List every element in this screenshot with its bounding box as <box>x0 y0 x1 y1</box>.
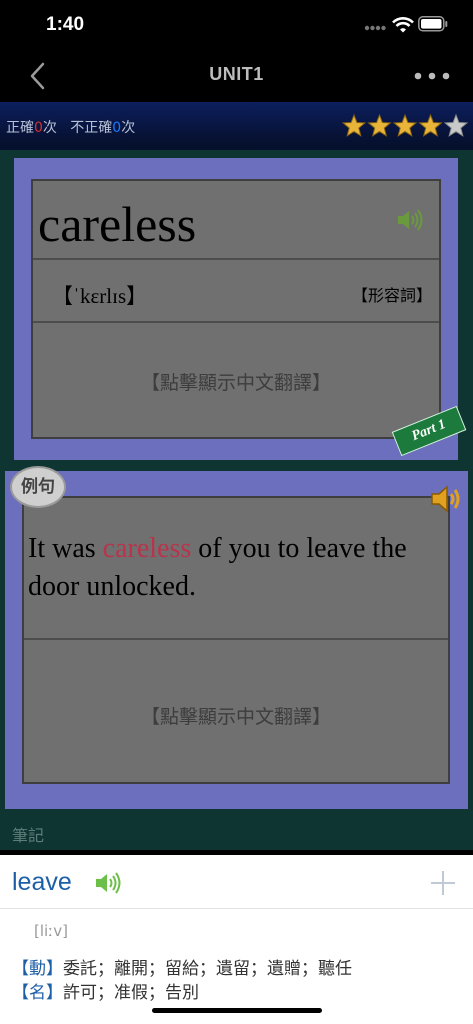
lookup-ipa: [liːv] <box>34 922 68 940</box>
times-label: 次 <box>42 120 57 136</box>
incorrect-count: 0 <box>112 120 122 136</box>
translation-hint[interactable]: 【點擊顯示中文翻譯】 <box>33 368 439 395</box>
status-time: 1:40 <box>46 14 85 35</box>
add-icon[interactable] <box>430 870 456 896</box>
star-icon[interactable] <box>367 113 392 137</box>
star-icon[interactable] <box>418 113 443 137</box>
sentence-text: It was <box>28 533 103 564</box>
example-sentence: It was careless of you to leave the door… <box>28 530 448 606</box>
correct-label: 正確 <box>6 120 34 136</box>
star-icon[interactable] <box>443 113 469 137</box>
example-badge: 例句 <box>10 466 66 508</box>
speaker-icon[interactable] <box>430 484 466 514</box>
translation-hint[interactable]: 【點擊顯示中文翻譯】 <box>24 702 448 729</box>
definition-line: 【動】委託；離開；留給；遺留；遺贈；聽任 <box>12 954 352 979</box>
answer-stats: 正確0次 不正確0次 <box>6 117 135 137</box>
definition-text: 許可；准假；告別 <box>63 983 199 1003</box>
phonetic: 【ˈkɛrlɪs】 <box>52 284 148 308</box>
definition-line: 【名】許可；准假；告別 <box>12 978 199 1003</box>
pos-tag: 【名】 <box>12 983 63 1003</box>
wifi-icon <box>392 17 414 33</box>
highlighted-word: careless <box>102 533 192 564</box>
speaker-icon[interactable] <box>94 871 122 895</box>
star-rating[interactable] <box>341 113 469 139</box>
more-options-icon[interactable] <box>414 72 450 80</box>
vocab-word: careless <box>38 196 197 252</box>
divider <box>0 908 473 909</box>
lookup-word: leave <box>12 868 72 896</box>
pos-tag: 【動】 <box>12 959 63 979</box>
page-title: UNIT1 <box>209 64 264 84</box>
cellular-signal-icon <box>364 25 386 31</box>
divider <box>24 638 448 640</box>
speaker-icon[interactable] <box>396 208 424 232</box>
notes-label[interactable]: 筆記 <box>12 822 44 846</box>
divider <box>33 258 439 260</box>
definition-text: 委託；離開；留給；遺留；遺贈；聽任 <box>63 959 352 979</box>
home-indicator[interactable] <box>152 1008 322 1013</box>
times-label: 次 <box>121 120 136 136</box>
incorrect-label: 不正確 <box>70 120 113 136</box>
battery-icon <box>418 16 448 32</box>
star-icon[interactable] <box>392 113 418 137</box>
part-of-speech: 【形容詞】 <box>352 286 433 305</box>
correct-count: 0 <box>34 120 43 136</box>
divider <box>33 321 439 323</box>
star-icon[interactable] <box>341 113 367 137</box>
